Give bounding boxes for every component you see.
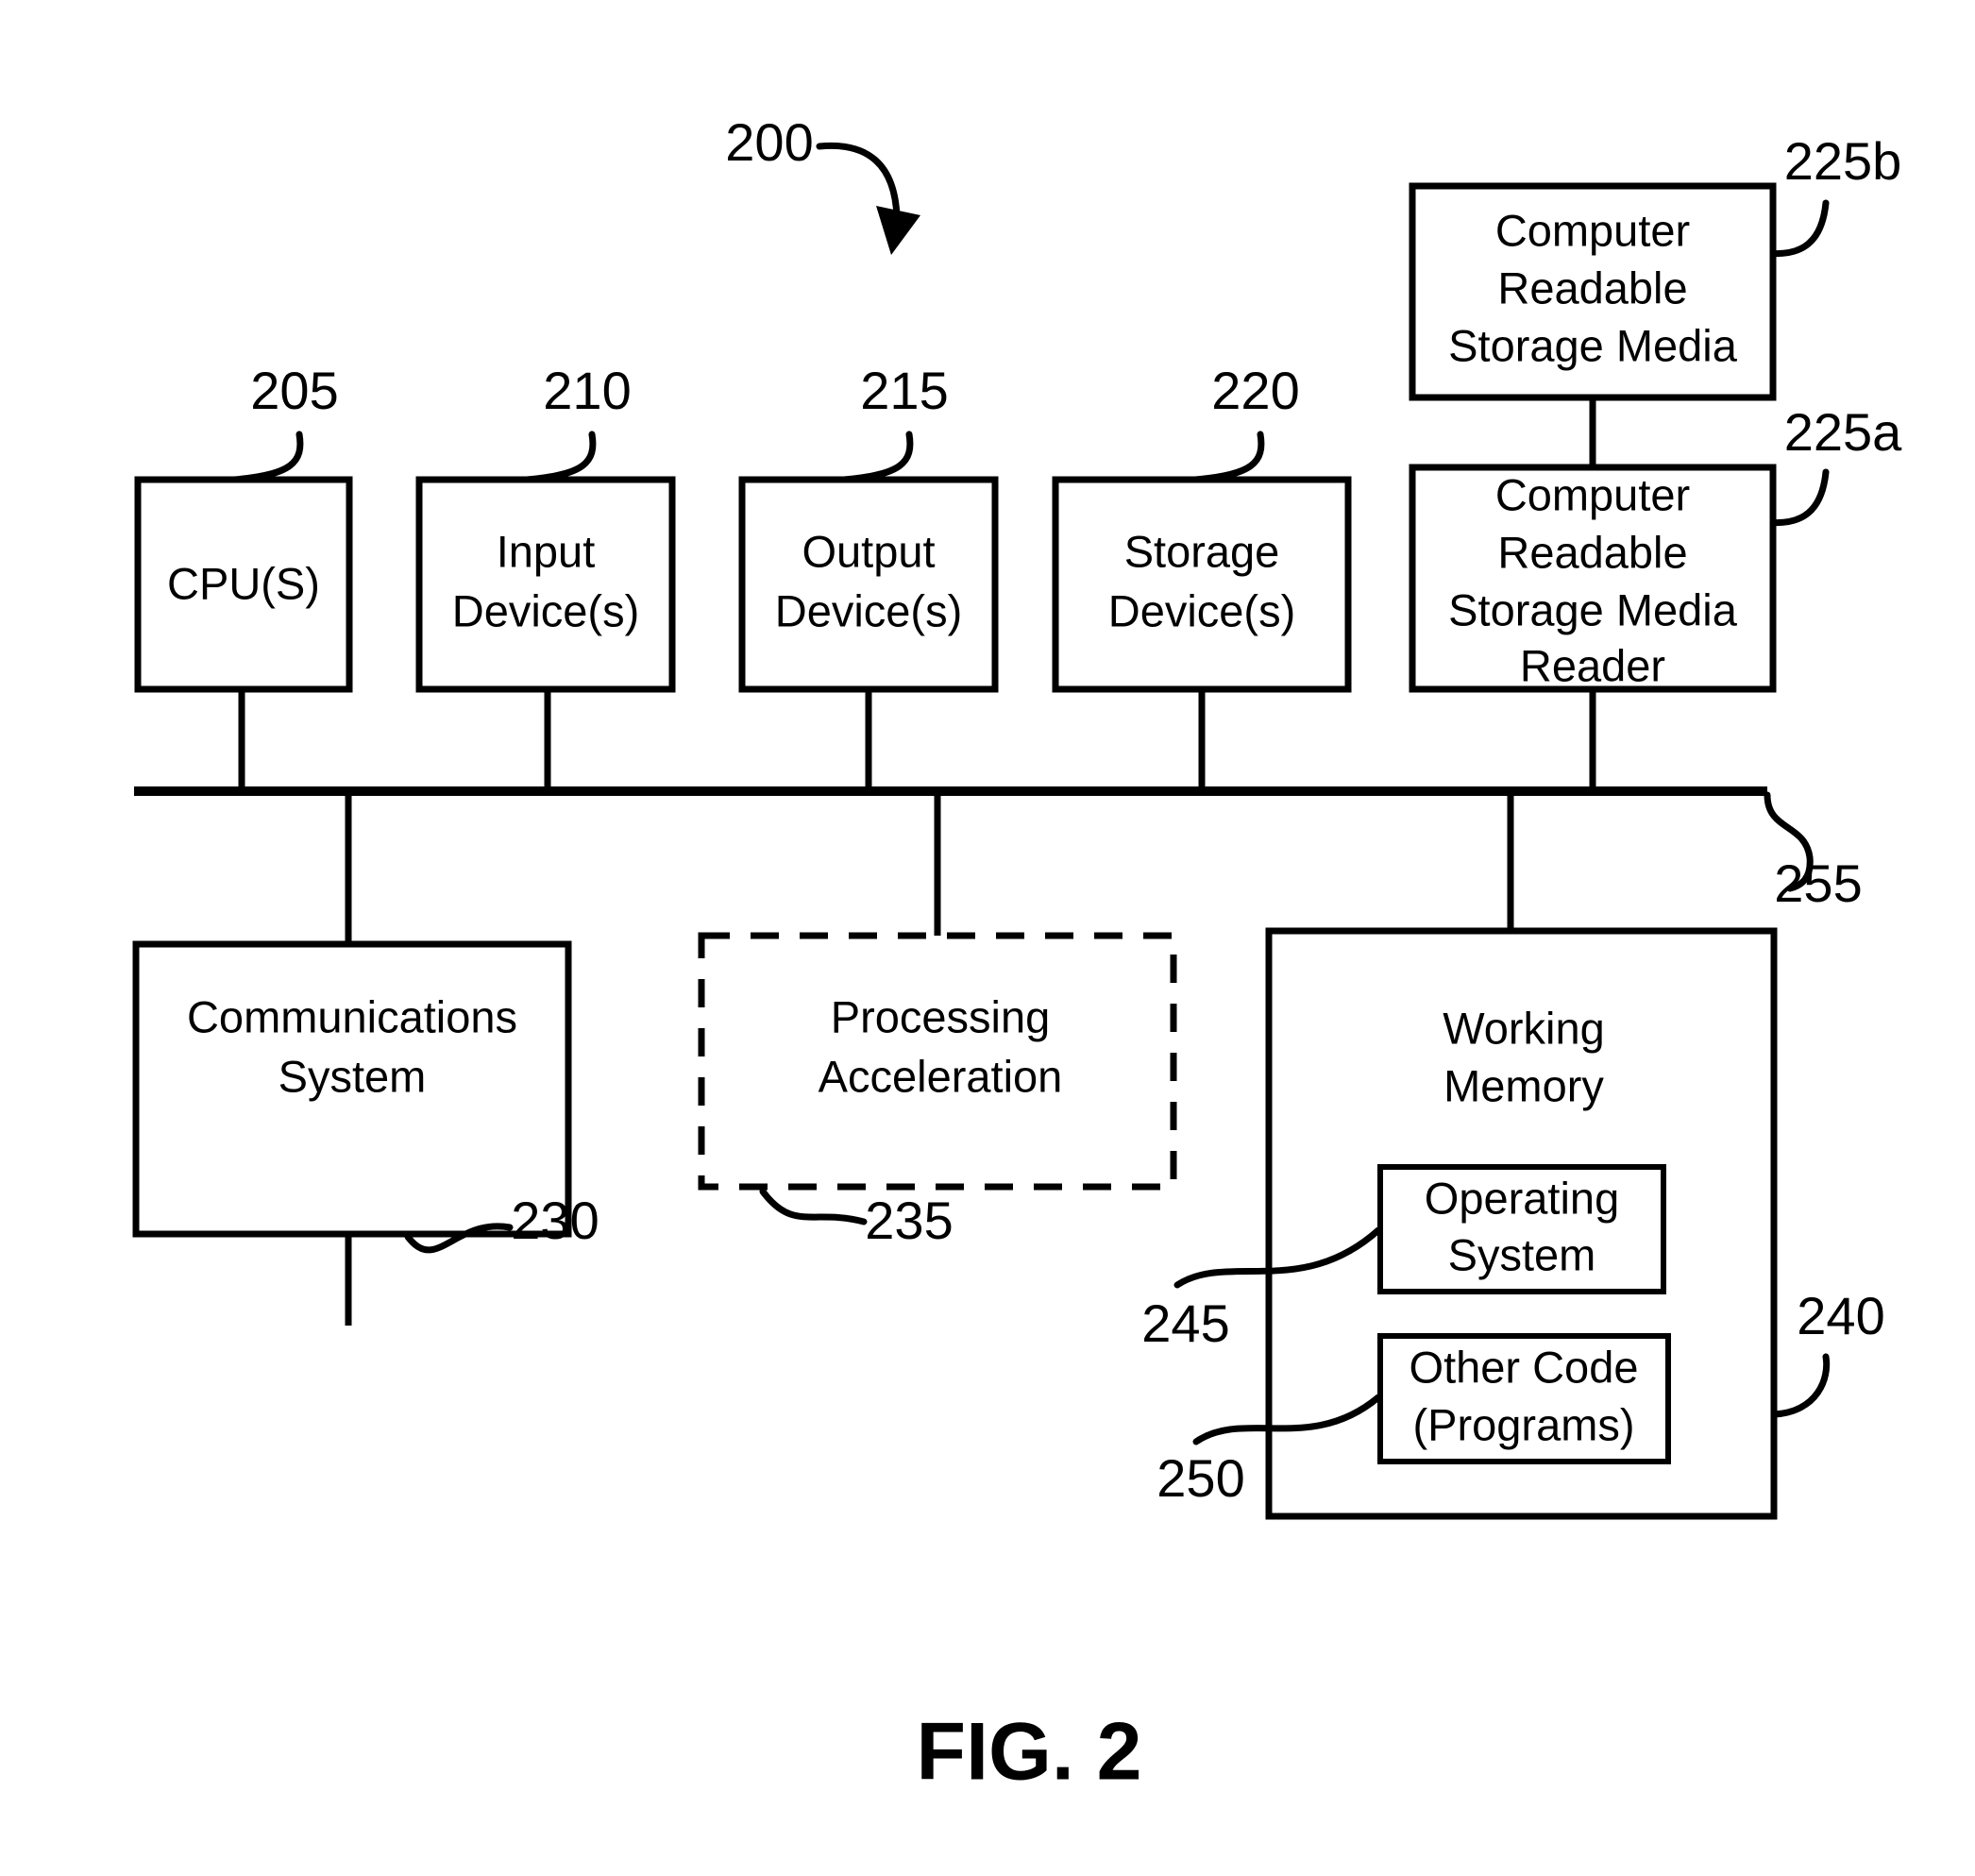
block-operating-system-label-line2: System: [1448, 1229, 1596, 1279]
callout-leader-200: [816, 142, 901, 221]
block-input-devices-label-line1: Input: [497, 526, 596, 576]
block-output-devices[interactable]: Output Device(s): [738, 476, 999, 693]
block-storage-devices-label-line1: Storage: [1124, 526, 1280, 576]
ref-callout-255: 255: [1764, 791, 1863, 913]
block-output-devices-label-line2: Device(s): [775, 585, 962, 635]
block-cpu[interactable]: CPU(S): [134, 476, 353, 693]
block-other-code-programs-label-line1: Other Code: [1410, 1342, 1639, 1392]
ref-callout-210: 210: [523, 361, 632, 483]
block-communications-system-label-line1: Communications: [187, 991, 517, 1041]
ref-label-245: 245: [1141, 1293, 1229, 1353]
block-computer-readable-storage-media-reader[interactable]: Computer Readable Storage Media Reader: [1409, 464, 1777, 693]
ref-label-205: 205: [250, 361, 338, 420]
block-communications-system[interactable]: Communications System: [132, 940, 572, 1238]
ref-callout-220: 220: [1191, 361, 1300, 483]
ref-callout-205: 205: [230, 361, 339, 483]
block-storage-devices[interactable]: Storage Device(s): [1052, 476, 1352, 693]
block-working-memory-label-line1: Working: [1443, 1003, 1605, 1053]
ref-label-240: 240: [1797, 1286, 1884, 1345]
ref-label-235: 235: [865, 1191, 953, 1250]
system-callout-200: 200: [725, 112, 920, 255]
block-reader-label-line1: Computer: [1495, 469, 1690, 519]
callout-leader-235: [759, 1188, 868, 1225]
ref-label-230: 230: [511, 1191, 599, 1250]
block-output-devices-label-line1: Output: [802, 526, 935, 576]
ref-callout-225b: 225b: [1764, 131, 1902, 258]
ref-label-210: 210: [543, 361, 631, 420]
callout-arrowhead-200: [876, 206, 920, 255]
ref-label-200: 200: [725, 112, 813, 172]
ref-label-225a: 225a: [1784, 402, 1902, 462]
callout-leader-215: [840, 431, 914, 483]
block-other-code-programs-label-line2: (Programs): [1412, 1399, 1634, 1449]
block-computer-readable-storage-media[interactable]: Computer Readable Storage Media: [1409, 182, 1777, 401]
block-input-devices-rect: [415, 476, 676, 693]
block-other-code-programs[interactable]: Other Code (Programs): [1377, 1333, 1671, 1464]
ref-label-220: 220: [1211, 361, 1299, 420]
ref-callout-240: 240: [1771, 1286, 1885, 1418]
callout-leader-210: [523, 431, 597, 483]
block-output-devices-rect: [738, 476, 999, 693]
block-input-devices-label-line2: Device(s): [452, 585, 639, 635]
ref-callout-235: 235: [759, 1188, 954, 1250]
block-cpu-label-line1: CPU(S): [167, 558, 320, 608]
callout-leader-220: [1191, 431, 1265, 483]
block-reader-label-line3: Storage Media: [1448, 584, 1738, 634]
ref-callout-225a: 225a: [1764, 402, 1902, 527]
block-media-label-line2: Readable: [1497, 262, 1687, 313]
block-operating-system-label-line1: Operating: [1425, 1173, 1619, 1223]
block-media-label-line3: Storage Media: [1448, 320, 1738, 370]
block-storage-devices-rect: [1052, 476, 1352, 693]
ref-label-225b: 225b: [1784, 131, 1902, 191]
block-media-label-line1: Computer: [1495, 205, 1690, 255]
callout-leader-205: [230, 431, 304, 483]
figure-caption: FIG. 2: [917, 1707, 1142, 1798]
block-communications-system-label-line2: System: [279, 1051, 427, 1101]
block-reader-label-line2: Readable: [1497, 527, 1687, 577]
ref-callout-215: 215: [840, 361, 949, 483]
block-working-memory-label-line2: Memory: [1443, 1060, 1604, 1110]
block-input-devices[interactable]: Input Device(s): [415, 476, 676, 693]
callout-leader-240: [1771, 1353, 1831, 1418]
patent-figure-page: 200 205 210 215 220 CPU(S) Input Device(…: [0, 0, 1975, 1876]
system-block-diagram: 200 205 210 215 220 CPU(S) Input Device(…: [132, 112, 1902, 1798]
ref-label-255: 255: [1774, 853, 1862, 913]
ref-label-250: 250: [1156, 1448, 1244, 1508]
block-processing-acceleration-label-line2: Acceleration: [819, 1051, 1063, 1101]
block-operating-system[interactable]: Operating System: [1377, 1164, 1666, 1294]
block-processing-acceleration-label-line1: Processing: [831, 991, 1051, 1041]
block-storage-devices-label-line2: Device(s): [1108, 585, 1295, 635]
block-reader-label-line4: Reader: [1520, 640, 1665, 690]
ref-label-215: 215: [860, 361, 948, 420]
block-processing-acceleration[interactable]: Processing Acceleration: [698, 932, 1177, 1191]
